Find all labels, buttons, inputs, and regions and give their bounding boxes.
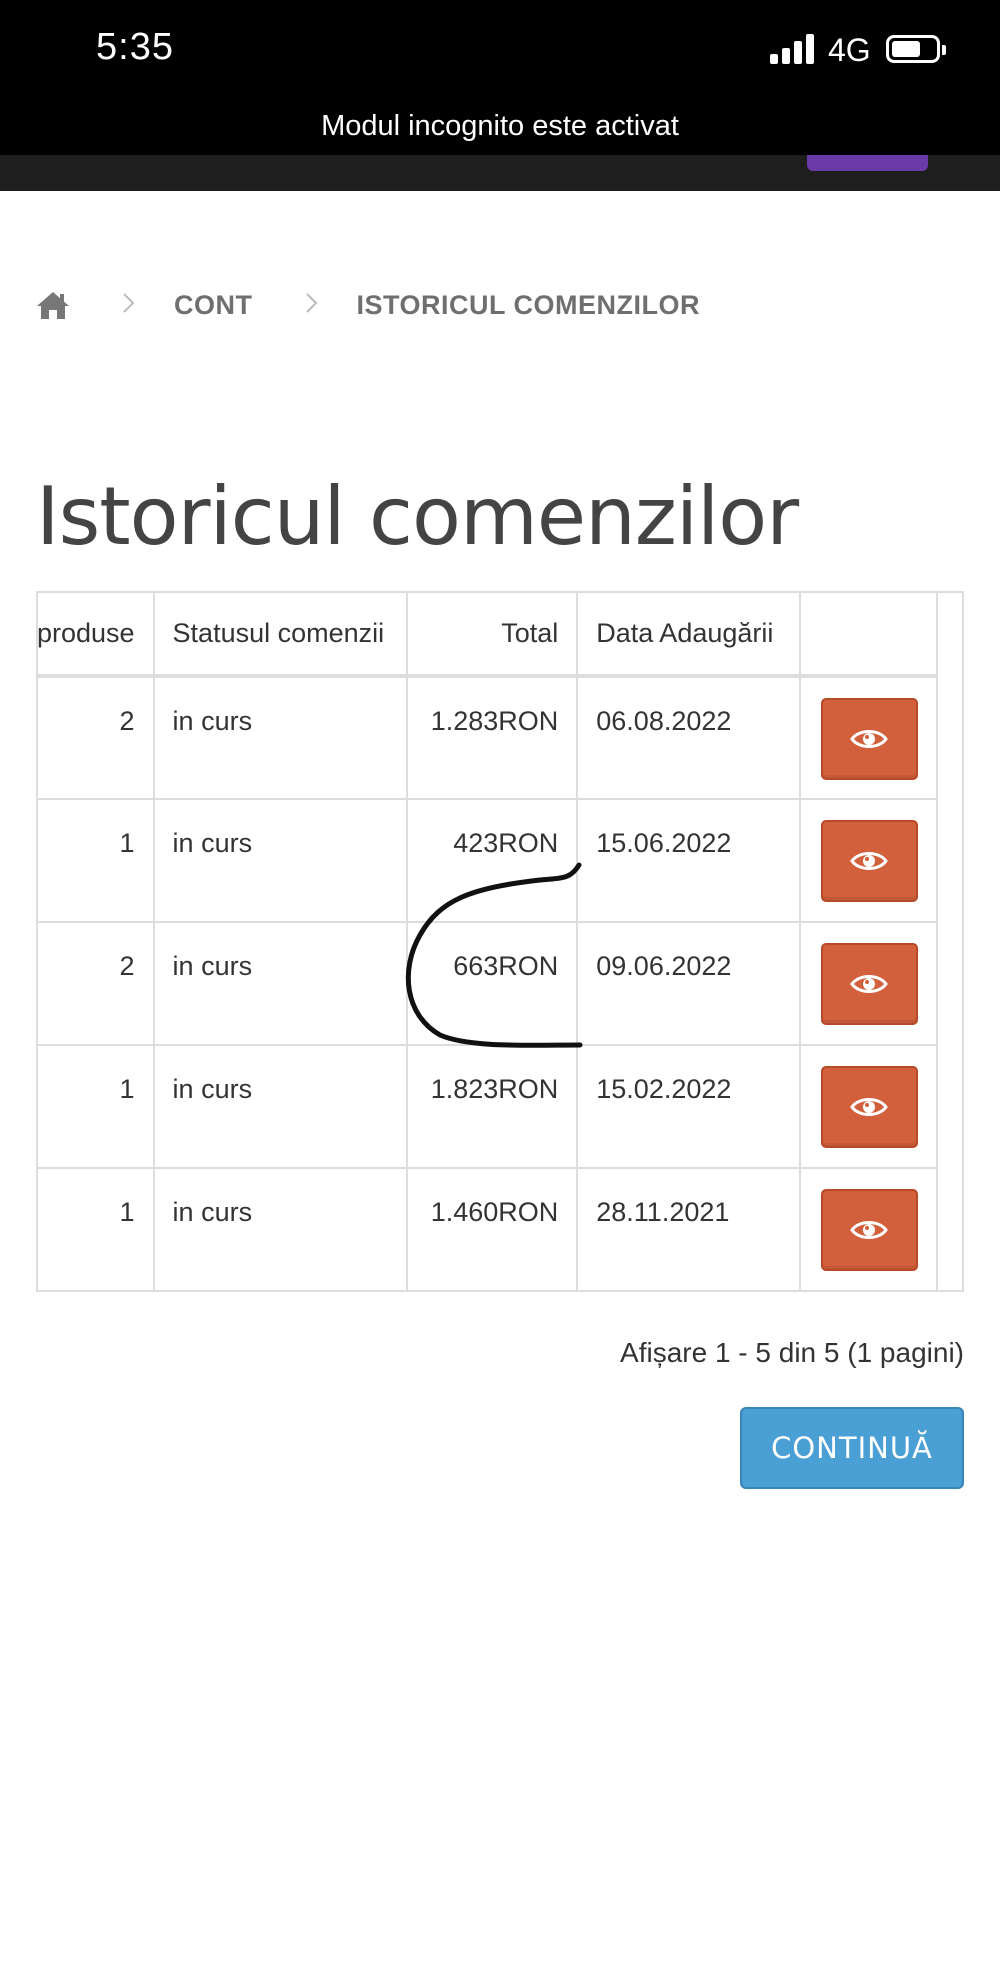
cell-total: 423RON (405, 798, 579, 923)
cell-date: 28.11.2021 (576, 1167, 801, 1290)
cell-products: 1 (38, 1167, 155, 1290)
pagination-info: Afișare 1 - 5 din 5 (1 pagini) (620, 1337, 964, 1368)
view-order-button[interactable] (820, 698, 918, 780)
cell-total: 1.823RON (405, 1044, 579, 1169)
cell-status: in curs (152, 675, 408, 800)
orders-table-container[interactable]: produse Statusul comenzii Total Data Ada… (36, 591, 964, 1292)
table-row: 1 in curs 1.460RON 28.11.2021 (38, 1167, 939, 1290)
header-products: produse (38, 593, 155, 677)
cell-total: 663RON (405, 921, 579, 1046)
cell-actions (798, 798, 939, 923)
eye-icon (850, 1221, 889, 1239)
eye-icon (850, 730, 889, 748)
breadcrumb-item-cont[interactable]: CONT (174, 290, 253, 321)
cell-actions (798, 675, 939, 800)
continue-button[interactable]: CONTINUĂ (740, 1407, 964, 1489)
view-order-button[interactable] (820, 820, 918, 902)
table-header-row: produse Statusul comenzii Total Data Ada… (38, 593, 939, 677)
eye-icon (850, 1098, 889, 1116)
cell-status: in curs (152, 1044, 408, 1169)
breadcrumb-item-order-history[interactable]: ISTORICUL COMENZILOR (357, 290, 701, 321)
cell-actions (798, 1044, 939, 1169)
view-order-button[interactable] (820, 1189, 918, 1271)
cell-actions (798, 1167, 939, 1290)
cell-products: 2 (38, 921, 155, 1046)
header-status: Statusul comenzii (152, 593, 408, 677)
cell-status: in curs (152, 798, 408, 923)
header-total: Total (405, 593, 579, 677)
eye-icon (850, 975, 889, 993)
cell-products: 1 (38, 798, 155, 923)
page-title: Istoricul comenzilor (36, 470, 799, 563)
status-bar: 5:35 4G Modul incognito este activat (0, 0, 1000, 155)
cell-date: 06.08.2022 (576, 675, 801, 800)
chevron-right-icon (305, 290, 325, 321)
table-row: 2 in curs 663RON 09.06.2022 (38, 921, 939, 1046)
view-order-button[interactable] (820, 1066, 918, 1148)
cell-total: 1.460RON (405, 1167, 579, 1290)
cell-date: 15.06.2022 (576, 798, 801, 923)
cell-status: in curs (152, 1167, 408, 1290)
header-actions (798, 593, 939, 677)
table-row: 1 in curs 1.823RON 15.02.2022 (38, 1044, 939, 1169)
incognito-banner: Modul incognito este activat (321, 110, 679, 142)
header-menu-button[interactable] (807, 155, 928, 171)
battery-icon (886, 35, 946, 63)
header-date: Data Adaugării (576, 593, 801, 677)
orders-table: produse Statusul comenzii Total Data Ada… (38, 593, 939, 1290)
breadcrumb: CONT ISTORICUL COMENZILOR (36, 285, 700, 325)
cell-date: 15.02.2022 (576, 1044, 801, 1169)
network-label: 4G (828, 32, 871, 68)
table-row: 1 in curs 423RON 15.06.2022 (38, 798, 939, 923)
table-row: 2 in curs 1.283RON 06.08.2022 (38, 675, 939, 800)
cell-products: 2 (38, 675, 155, 800)
cell-products: 1 (38, 1044, 155, 1169)
signal-strength-icon (770, 34, 816, 64)
home-icon[interactable] (36, 290, 70, 320)
status-time: 5:35 (96, 26, 174, 68)
eye-icon (850, 852, 889, 870)
cell-actions (798, 921, 939, 1046)
chevron-right-icon (122, 290, 142, 321)
cell-date: 09.06.2022 (576, 921, 801, 1046)
view-order-button[interactable] (820, 943, 918, 1025)
cell-total: 1.283RON (405, 675, 579, 800)
cell-status: in curs (152, 921, 408, 1046)
